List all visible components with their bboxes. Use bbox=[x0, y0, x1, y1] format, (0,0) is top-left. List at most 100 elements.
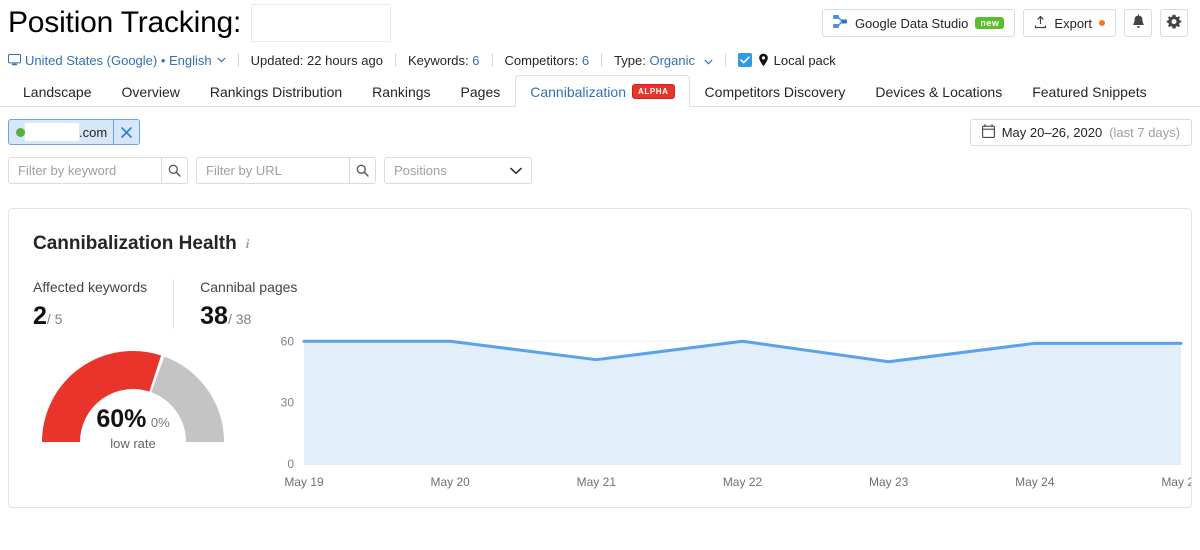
divider bbox=[601, 53, 603, 67]
keyword-filter-input[interactable] bbox=[9, 158, 161, 183]
svg-text:May 22: May 22 bbox=[723, 475, 763, 489]
url-filter[interactable] bbox=[196, 157, 376, 184]
local-pack-checkbox[interactable] bbox=[737, 53, 752, 67]
close-icon bbox=[121, 126, 133, 138]
page-header: Position Tracking: Google Data Studio ne… bbox=[0, 0, 1200, 46]
svg-text:May 21: May 21 bbox=[577, 475, 617, 489]
svg-text:May 20: May 20 bbox=[430, 475, 470, 489]
stat-affected-keywords: Affected keywords 2/ 5 bbox=[33, 279, 173, 329]
tab-featured-snippets[interactable]: Featured Snippets bbox=[1017, 75, 1161, 107]
tab-label: Rankings bbox=[372, 83, 431, 100]
cannibalization-health-card: Cannibalization Health i Affected keywor… bbox=[8, 208, 1192, 508]
type-selector[interactable]: Type: Organic bbox=[614, 53, 713, 68]
stat-number: 38 bbox=[200, 302, 228, 330]
bell-icon bbox=[1131, 13, 1146, 33]
svg-text:30: 30 bbox=[281, 396, 295, 410]
date-range-picker[interactable]: May 20–26, 2020 (last 7 days) bbox=[969, 119, 1192, 146]
url-search-button[interactable] bbox=[349, 158, 375, 183]
map-pin-icon bbox=[758, 53, 769, 67]
updated-label: Updated: 22 hours ago bbox=[250, 52, 383, 68]
tab-landscape[interactable]: Landscape bbox=[8, 75, 107, 107]
tab-label: Landscape bbox=[23, 83, 92, 100]
gauge-secondary-percent: 0% bbox=[150, 415, 170, 430]
date-range-note: (last 7 days) bbox=[1109, 125, 1180, 140]
competitors-stat: Competitors: 6 bbox=[505, 53, 590, 68]
divider bbox=[491, 53, 493, 67]
tab-pages[interactable]: Pages bbox=[446, 75, 516, 107]
search-icon bbox=[356, 164, 369, 177]
positions-select[interactable]: Positions bbox=[384, 157, 532, 184]
domain-chip-body: .com bbox=[9, 120, 113, 144]
new-badge: new bbox=[975, 17, 1005, 29]
svg-text:May 23: May 23 bbox=[869, 475, 909, 489]
tab-label: Competitors Discovery bbox=[704, 83, 846, 100]
gauge-percent: 60% bbox=[96, 405, 147, 433]
local-pack-label[interactable]: Local pack bbox=[774, 53, 836, 68]
settings-button[interactable] bbox=[1160, 9, 1188, 37]
trend-chart-svg: 0 30 60 May 19 May 20 May 21 May 22 May 23 May 2… bbox=[281, 334, 1192, 489]
tab-overview[interactable]: Overview bbox=[107, 75, 195, 107]
gear-icon bbox=[1166, 14, 1182, 33]
svg-text:May 19: May 19 bbox=[284, 475, 324, 489]
stat-value: 2/ 5 bbox=[33, 304, 147, 329]
search-icon bbox=[168, 164, 181, 177]
header-actions: Google Data Studio new Export bbox=[821, 9, 1188, 37]
tab-rankings[interactable]: Rankings bbox=[357, 75, 445, 107]
svg-text:60: 60 bbox=[281, 334, 295, 348]
data-studio-label: Google Data Studio bbox=[854, 15, 969, 31]
tab-label: Rankings Distribution bbox=[209, 83, 343, 100]
url-filter-input[interactable] bbox=[197, 158, 349, 183]
location-selector[interactable]: United States (Google) • English bbox=[25, 53, 212, 68]
export-button[interactable]: Export bbox=[1023, 9, 1116, 37]
tab-cannibalization[interactable]: Cannibalization ALPHA bbox=[515, 75, 690, 107]
keywords-label: Keywords: bbox=[407, 52, 469, 68]
stat-total: / 38 bbox=[227, 311, 252, 327]
alpha-badge: ALPHA bbox=[631, 84, 675, 99]
filter-bar: .com Filter by keyword Filter by URL Pos… bbox=[0, 107, 1200, 184]
type-chevron-down-icon[interactable] bbox=[704, 59, 713, 65]
notifications-button[interactable] bbox=[1124, 9, 1152, 37]
tab-devices-locations[interactable]: Devices & Locations bbox=[860, 75, 1017, 107]
keyword-filter[interactable] bbox=[8, 157, 188, 184]
tab-rankings-distribution[interactable]: Rankings Distribution bbox=[195, 75, 357, 107]
keywords-value: 6 bbox=[472, 52, 480, 68]
divider bbox=[394, 53, 396, 67]
page-title: Position Tracking: bbox=[8, 6, 242, 39]
tab-label: Devices & Locations bbox=[875, 83, 1003, 100]
cannibal-pages-trend-chart: 0 30 60 May 19 May 20 May 21 May 22 May 23 May 2… bbox=[264, 209, 1191, 507]
competitors-label: Competitors: bbox=[504, 52, 579, 68]
svg-text:May 24: May 24 bbox=[1015, 475, 1055, 489]
tab-label: Pages bbox=[460, 83, 501, 100]
cannibalization-rate-gauge: 60% 0% low rate bbox=[33, 339, 233, 451]
location-icon bbox=[8, 54, 21, 66]
card-title-text: Cannibalization Health bbox=[33, 233, 237, 254]
chevron-down-icon bbox=[510, 163, 522, 178]
info-icon[interactable]: i bbox=[246, 236, 250, 252]
type-label: Type: bbox=[614, 52, 646, 68]
type-value: Organic bbox=[649, 52, 696, 68]
filter-inputs: Positions bbox=[8, 157, 1192, 184]
keyword-search-button[interactable] bbox=[161, 158, 187, 183]
gauge-primary-line: 60% 0% bbox=[33, 405, 233, 434]
remove-domain-button[interactable] bbox=[113, 120, 140, 144]
domain-chip[interactable]: .com bbox=[8, 119, 141, 145]
tab-label: Overview bbox=[121, 83, 180, 100]
svg-text:May 25: May 25 bbox=[1161, 475, 1192, 489]
gauge-caption: low rate bbox=[110, 436, 156, 451]
project-name-field[interactable] bbox=[251, 4, 392, 42]
competitors-value: 6 bbox=[581, 52, 590, 68]
export-status-dot bbox=[1099, 20, 1105, 26]
divider bbox=[724, 53, 726, 67]
date-range-value: May 20–26, 2020 bbox=[1001, 125, 1103, 140]
tab-competitors-discovery[interactable]: Competitors Discovery bbox=[690, 75, 861, 107]
google-data-studio-button[interactable]: Google Data Studio new bbox=[821, 9, 1016, 37]
location-chevron-icon[interactable] bbox=[217, 57, 226, 63]
domain-status-dot-icon bbox=[16, 127, 25, 137]
positions-select-label: Positions bbox=[394, 163, 447, 178]
domain-name-redacted bbox=[25, 123, 79, 141]
tab-label: Cannibalization bbox=[530, 83, 626, 100]
calendar-icon bbox=[981, 124, 995, 141]
stat-total: / 5 bbox=[46, 311, 63, 327]
stat-number: 2 bbox=[33, 302, 47, 330]
tab-label: Featured Snippets bbox=[1032, 83, 1147, 100]
